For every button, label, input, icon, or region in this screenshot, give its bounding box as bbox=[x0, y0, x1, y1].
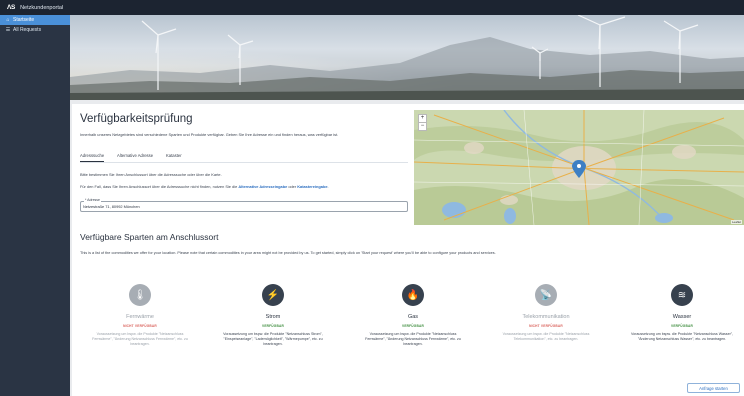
tab-cadastre[interactable]: Kataster bbox=[166, 152, 182, 161]
water-icon: ≋ bbox=[671, 284, 693, 306]
thermometer-icon: 🌡 bbox=[129, 284, 151, 306]
alternative-hint: Für den Fall, dass Sie Ihren Anschlussor… bbox=[80, 184, 329, 189]
commodity-gas: 🔥 Gas VERFÜGBAR Voraussetzung um bspw. d… bbox=[353, 284, 473, 347]
commodity-description: Voraussetzung um bspw. die Produkte "Net… bbox=[365, 332, 461, 346]
commodity-name: Strom bbox=[265, 314, 281, 320]
page-title: Verfügbarkeitsprüfung bbox=[80, 113, 193, 125]
commodity-name: Wasser bbox=[672, 314, 692, 320]
commodity-description: Voraussetzung um bspw. die Produkte "Net… bbox=[223, 332, 323, 346]
commodity-name: Fernwärme bbox=[126, 314, 154, 320]
cadastre-link[interactable]: Katastereingabe bbox=[297, 184, 327, 189]
commodities-title: Verfügbare Sparten am Anschlussort bbox=[80, 232, 219, 242]
commodity-water: ≋ Wasser VERFÜGBAR Voraussetzung um bspw… bbox=[622, 284, 742, 342]
location-map[interactable]: + − Leaflet bbox=[414, 110, 744, 225]
sidebar: ⌂ Startseite ☰ All Requests bbox=[0, 15, 70, 396]
commodity-district-heating: 🌡 Fernwärme NICHT VERFÜGBAR Voraussetzun… bbox=[80, 284, 200, 347]
intro-text: Innerhalb unseres Netzgebietes sind vers… bbox=[80, 132, 339, 137]
tab-address-search[interactable]: Adresssuche bbox=[80, 152, 105, 162]
list-icon: ☰ bbox=[5, 27, 11, 33]
plug-icon: ⚡ bbox=[262, 284, 284, 306]
status-badge: VERFÜGBAR bbox=[262, 324, 284, 328]
status-badge: VERFÜGBAR bbox=[671, 324, 693, 328]
app-logo[interactable]: ΛS bbox=[7, 4, 15, 11]
status-badge: VERFÜGBAR bbox=[402, 324, 424, 328]
wind-turbine-landscape-image bbox=[70, 15, 744, 100]
sidebar-item-label: All Requests bbox=[13, 27, 42, 33]
commodity-description: Voraussetzung um bspw. die Produkte "Net… bbox=[630, 332, 734, 341]
start-request-button[interactable]: Anfrage starten bbox=[687, 383, 740, 393]
home-icon: ⌂ bbox=[6, 17, 10, 23]
hero-banner bbox=[70, 15, 744, 100]
status-badge: NICHT VERFÜGBAR bbox=[529, 324, 563, 328]
alternative-hint-suffix: . bbox=[327, 184, 329, 189]
status-badge: NICHT VERFÜGBAR bbox=[123, 324, 157, 328]
top-bar: ΛS Netzkundenportal bbox=[0, 0, 744, 15]
commodity-electricity: ⚡ Strom VERFÜGBAR Voraussetzung um bspw.… bbox=[213, 284, 333, 347]
commodity-description: Voraussetzung um bspw. die Produkte "Net… bbox=[92, 332, 188, 346]
alternative-address-link[interactable]: Alternative Adresseingabe bbox=[238, 184, 287, 189]
commodity-name: Telekommunikation bbox=[522, 314, 570, 320]
app-title: Netzkundenportal bbox=[20, 4, 64, 11]
commodities-description: This is a list of the commodities we off… bbox=[80, 251, 496, 255]
address-tabs: Adresssuche Alternative Adresse Kataster bbox=[80, 152, 408, 163]
sidebar-item-home[interactable]: ⌂ Startseite bbox=[0, 15, 70, 25]
address-input[interactable] bbox=[83, 204, 383, 209]
flame-icon: 🔥 bbox=[402, 284, 424, 306]
address-label: * Adresse bbox=[84, 198, 101, 202]
commodity-name: Gas bbox=[407, 314, 419, 320]
sidebar-item-label: Startseite bbox=[13, 17, 35, 23]
alternative-hint-mid: oder bbox=[287, 184, 298, 189]
zoom-out-button[interactable]: − bbox=[418, 122, 427, 131]
commodity-telecommunication: 📡 Telekommunikation NICHT VERFÜGBAR Vora… bbox=[486, 284, 606, 342]
alternative-hint-prefix: Für den Fall, dass Sie Ihren Anschlussor… bbox=[80, 184, 239, 189]
antenna-icon: 📡 bbox=[535, 284, 557, 306]
commodity-description: Voraussetzung um bspw. die Produkte "Net… bbox=[502, 332, 590, 341]
address-field[interactable]: * Adresse bbox=[80, 198, 408, 212]
map-attribution[interactable]: Leaflet bbox=[730, 220, 742, 224]
address-hint: Bitte bestimmen Sie Ihren Anschlussort ü… bbox=[80, 172, 222, 177]
tab-alternative-address[interactable]: Alternative Adresse bbox=[117, 152, 153, 161]
map-tiles bbox=[414, 110, 744, 225]
sidebar-item-all-requests[interactable]: ☰ All Requests bbox=[0, 25, 70, 35]
